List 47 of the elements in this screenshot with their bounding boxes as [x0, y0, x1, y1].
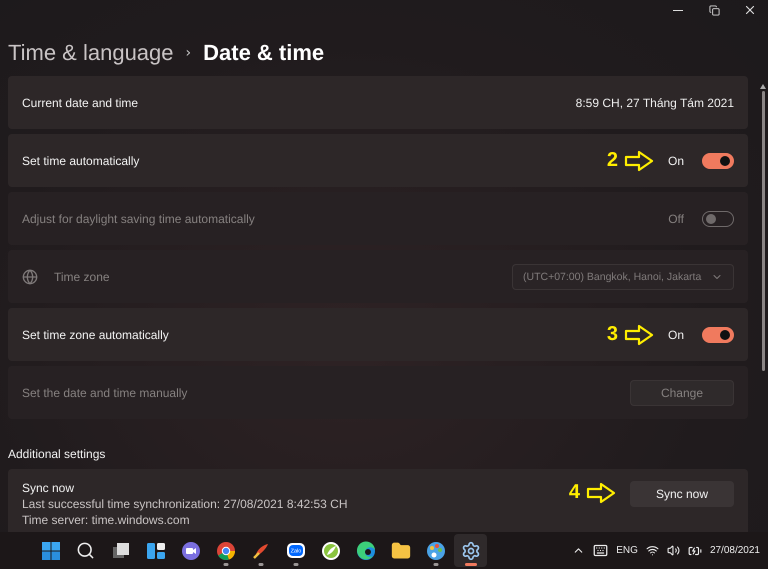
globe-icon [22, 268, 38, 284]
sync-info: Last successful time synchronization: 27/08/2021 8:42:53 CH [22, 497, 349, 511]
toggle-state-label: On [668, 328, 684, 342]
chat-icon [180, 540, 200, 560]
leaf-icon [320, 540, 340, 560]
windows-stack-icon [110, 540, 130, 560]
section-heading: Additional settings [7, 446, 106, 463]
setting-label: Adjust for daylight saving time automatically [22, 212, 256, 226]
step-number: 4 [568, 481, 580, 504]
keyboard-icon[interactable] [593, 543, 608, 558]
taskbar-app[interactable] [454, 534, 487, 567]
language-indicator[interactable]: ENG [616, 545, 638, 556]
toggle-state-label: On [668, 154, 684, 168]
step-number: 2 [606, 149, 618, 172]
arrow-icon [624, 150, 654, 172]
scrollbar-thumb[interactable] [762, 91, 764, 371]
sync-info: Time server: time.windows.com [22, 513, 191, 527]
edge-icon [356, 540, 376, 560]
setting-label: Current date and time [22, 96, 140, 110]
toggle-switch[interactable] [702, 152, 734, 168]
arrow-icon [624, 324, 654, 346]
folder-icon [390, 540, 410, 560]
setting-label: Set time zone automatically [22, 328, 170, 342]
setting-label: Time zone [54, 270, 111, 284]
toggle-switch[interactable] [702, 326, 734, 342]
breadcrumb-parent[interactable]: Time & language [8, 40, 174, 66]
toggle-state-label: Off [668, 212, 684, 226]
sync-title: Sync now [22, 481, 76, 495]
setting-label: Set time automatically [22, 154, 140, 168]
sync-now-button[interactable]: Sync now [630, 481, 734, 507]
page-title: Date & time [203, 40, 324, 66]
palette-icon [426, 540, 446, 560]
close-icon [743, 3, 757, 17]
arrow-icon [586, 482, 616, 504]
current-date-time: 8:59 CH, 27 Tháng Tám 2021 [576, 96, 734, 110]
scroll-up-icon[interactable] [760, 84, 766, 89]
breadcrumb-separator: › [186, 45, 192, 61]
volume-icon[interactable] [666, 544, 680, 557]
search-icon [76, 541, 95, 560]
widgets-icon [146, 540, 166, 560]
step-number: 3 [606, 323, 618, 346]
setting-label: Set the date and time manually [22, 386, 188, 400]
settings-icon [460, 540, 480, 560]
restore-icon [708, 4, 720, 16]
windows-logo-icon [40, 540, 60, 560]
chrome-icon [216, 540, 236, 560]
clock-date[interactable]: 27/08/2021 [710, 545, 760, 556]
